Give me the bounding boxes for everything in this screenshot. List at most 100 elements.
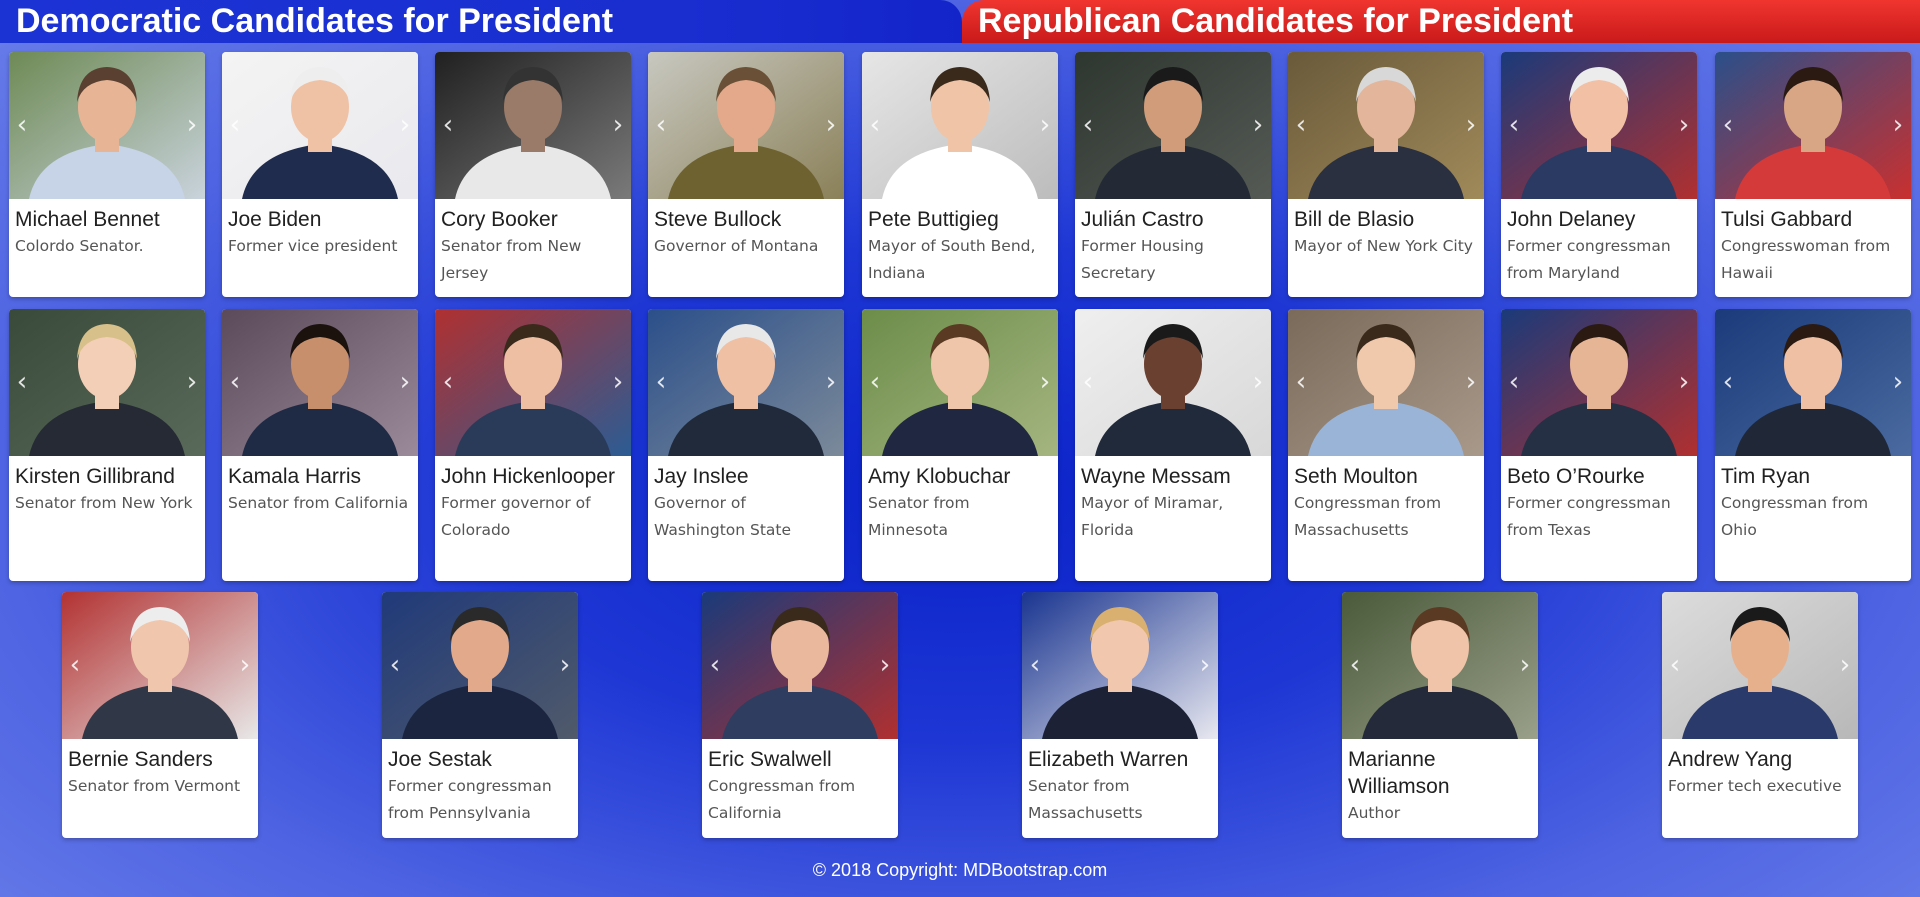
chevron-right-icon[interactable]: › xyxy=(181,367,203,397)
footer-link[interactable]: MDBootstrap.com xyxy=(963,860,1107,880)
chevron-right-icon[interactable]: › xyxy=(820,367,842,397)
chevron-left-icon[interactable]: ‹ xyxy=(1290,367,1312,397)
chevron-left-icon[interactable]: ‹ xyxy=(1503,110,1525,140)
chevron-right-icon[interactable]: › xyxy=(1887,110,1909,140)
candidate-card[interactable]: ‹ › Andrew Yang Former tech executive xyxy=(1662,592,1858,838)
candidate-card[interactable]: ‹ › Julián Castro Former Housing Secreta… xyxy=(1075,52,1271,297)
candidate-card[interactable]: ‹ › Cory Booker Senator from New Jersey xyxy=(435,52,631,297)
chevron-right-icon[interactable]: › xyxy=(1034,110,1056,140)
candidate-name: Marianne Williamson xyxy=(1348,748,1450,798)
candidate-card[interactable]: ‹ › Elizabeth Warren Senator from Massac… xyxy=(1022,592,1218,838)
chevron-left-icon[interactable]: ‹ xyxy=(437,367,459,397)
chevron-left-icon[interactable]: ‹ xyxy=(11,367,33,397)
candidate-name: Cory Booker xyxy=(441,208,558,231)
chevron-left-icon[interactable]: ‹ xyxy=(1717,367,1739,397)
portrait-image xyxy=(62,592,258,739)
carousel: ‹ › xyxy=(435,309,631,456)
card-body: Andrew Yang Former tech executive xyxy=(1662,739,1858,810)
candidate-card[interactable]: ‹ › Joe Biden Former vice president xyxy=(222,52,418,297)
carousel: ‹ › xyxy=(1501,309,1697,456)
candidate-description: Author xyxy=(1348,804,1401,822)
chevron-right-icon[interactable]: › xyxy=(607,367,629,397)
carousel: ‹ › xyxy=(1288,309,1484,456)
chevron-right-icon[interactable]: › xyxy=(181,110,203,140)
portrait-image xyxy=(435,52,631,199)
candidate-card[interactable]: ‹ › Amy Klobuchar Senator from Minnesota xyxy=(862,309,1058,581)
chevron-left-icon[interactable]: ‹ xyxy=(437,110,459,140)
chevron-left-icon[interactable]: ‹ xyxy=(650,110,672,140)
chevron-right-icon[interactable]: › xyxy=(394,367,416,397)
candidate-description: Congresswoman from Hawaii xyxy=(1721,237,1891,282)
card-body: Eric Swalwell Congressman from Californi… xyxy=(702,739,898,837)
candidate-card[interactable]: ‹ › Bernie Sanders Senator from Vermont xyxy=(62,592,258,838)
chevron-right-icon[interactable]: › xyxy=(607,110,629,140)
chevron-right-icon[interactable]: › xyxy=(1887,367,1909,397)
chevron-left-icon[interactable]: ‹ xyxy=(1077,110,1099,140)
portrait-image xyxy=(862,52,1058,199)
card-body: Tulsi Gabbard Congresswoman from Hawaii xyxy=(1715,199,1911,297)
chevron-right-icon[interactable]: › xyxy=(874,650,896,680)
candidate-card[interactable]: ‹ › Michael Bennet Colordo Senator. xyxy=(9,52,205,297)
candidate-card[interactable]: ‹ › John Hickenlooper Former governor of… xyxy=(435,309,631,581)
footer: © 2018 Copyright: MDBootstrap.com xyxy=(0,860,1920,881)
chevron-left-icon[interactable]: ‹ xyxy=(650,367,672,397)
chevron-right-icon[interactable]: › xyxy=(1034,367,1056,397)
chevron-right-icon[interactable]: › xyxy=(1514,650,1536,680)
carousel: ‹ › xyxy=(1022,592,1218,739)
chevron-right-icon[interactable]: › xyxy=(554,650,576,680)
chevron-right-icon[interactable]: › xyxy=(1673,367,1695,397)
candidate-card[interactable]: ‹ › John Delaney Former congressman from… xyxy=(1501,52,1697,297)
candidate-card[interactable]: ‹ › Marianne Williamson Author xyxy=(1342,592,1538,838)
footer-copyright: © 2018 Copyright: xyxy=(812,860,959,880)
chevron-left-icon[interactable]: ‹ xyxy=(704,650,726,680)
candidate-name: Bill de Blasio xyxy=(1294,208,1415,231)
chevron-right-icon[interactable]: › xyxy=(394,110,416,140)
candidate-card[interactable]: ‹ › Tim Ryan Congressman from Ohio xyxy=(1715,309,1911,581)
card-body: Julián Castro Former Housing Secretary xyxy=(1075,199,1271,297)
chevron-right-icon[interactable]: › xyxy=(234,650,256,680)
candidate-card[interactable]: ‹ › Joe Sestak Former congressman from P… xyxy=(382,592,578,838)
chevron-left-icon[interactable]: ‹ xyxy=(1664,650,1686,680)
chevron-left-icon[interactable]: ‹ xyxy=(224,367,246,397)
chevron-right-icon[interactable]: › xyxy=(1247,367,1269,397)
candidate-description: Mayor of New York City xyxy=(1294,237,1473,255)
carousel: ‹ › xyxy=(1662,592,1858,739)
candidate-card[interactable]: ‹ › Kirsten Gillibrand Senator from New … xyxy=(9,309,205,581)
chevron-left-icon[interactable]: ‹ xyxy=(1717,110,1739,140)
chevron-right-icon[interactable]: › xyxy=(1673,110,1695,140)
chevron-right-icon[interactable]: › xyxy=(820,110,842,140)
chevron-left-icon[interactable]: ‹ xyxy=(1024,650,1046,680)
chevron-left-icon[interactable]: ‹ xyxy=(1077,367,1099,397)
portrait-image xyxy=(862,309,1058,456)
carousel: ‹ › xyxy=(9,309,205,456)
candidate-card[interactable]: ‹ › Kamala Harris Senator from Californi… xyxy=(222,309,418,581)
candidate-card[interactable]: ‹ › Seth Moulton Congressman from Massac… xyxy=(1288,309,1484,581)
candidate-description: Congressman from Ohio xyxy=(1721,494,1869,539)
chevron-right-icon[interactable]: › xyxy=(1460,110,1482,140)
chevron-left-icon[interactable]: ‹ xyxy=(864,367,886,397)
candidate-name: Michael Bennet xyxy=(15,208,160,231)
candidate-card[interactable]: ‹ › Tulsi Gabbard Congresswoman from Haw… xyxy=(1715,52,1911,297)
chevron-left-icon[interactable]: ‹ xyxy=(11,110,33,140)
chevron-left-icon[interactable]: ‹ xyxy=(1290,110,1312,140)
chevron-right-icon[interactable]: › xyxy=(1247,110,1269,140)
chevron-left-icon[interactable]: ‹ xyxy=(1344,650,1366,680)
candidate-card[interactable]: ‹ › Wayne Messam Mayor of Miramar, Flori… xyxy=(1075,309,1271,581)
candidate-description: Former Housing Secretary xyxy=(1081,237,1204,282)
candidate-card[interactable]: ‹ › Bill de Blasio Mayor of New York Cit… xyxy=(1288,52,1484,297)
chevron-left-icon[interactable]: ‹ xyxy=(64,650,86,680)
chevron-right-icon[interactable]: › xyxy=(1834,650,1856,680)
chevron-left-icon[interactable]: ‹ xyxy=(384,650,406,680)
card-body: Beto O’Rourke Former congressman from Te… xyxy=(1501,456,1697,554)
candidate-card[interactable]: ‹ › Beto O’Rourke Former congressman fro… xyxy=(1501,309,1697,581)
chevron-left-icon[interactable]: ‹ xyxy=(1503,367,1525,397)
candidate-name: John Hickenlooper xyxy=(441,465,615,488)
chevron-left-icon[interactable]: ‹ xyxy=(864,110,886,140)
chevron-left-icon[interactable]: ‹ xyxy=(224,110,246,140)
chevron-right-icon[interactable]: › xyxy=(1460,367,1482,397)
candidate-card[interactable]: ‹ › Eric Swalwell Congressman from Calif… xyxy=(702,592,898,838)
candidate-card[interactable]: ‹ › Pete Buttigieg Mayor of South Bend, … xyxy=(862,52,1058,297)
chevron-right-icon[interactable]: › xyxy=(1194,650,1216,680)
candidate-card[interactable]: ‹ › Steve Bullock Governor of Montana xyxy=(648,52,844,297)
candidate-card[interactable]: ‹ › Jay Inslee Governor of Washington St… xyxy=(648,309,844,581)
